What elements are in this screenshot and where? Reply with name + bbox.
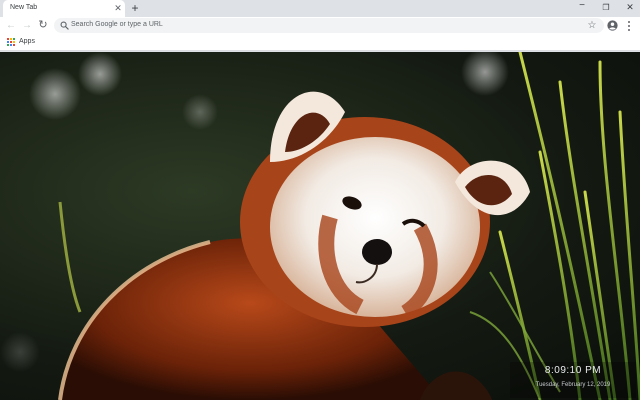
back-button[interactable]: ←	[4, 17, 18, 34]
tab-close-icon[interactable]: ✕	[113, 2, 123, 14]
forward-button[interactable]: →	[20, 17, 34, 34]
omnibox[interactable]: Search Google or type a URL ☆	[54, 18, 604, 33]
profile-avatar-icon[interactable]	[607, 20, 618, 31]
clock-widget: 8:09:10 PM Tuesday, February 12, 2019	[510, 362, 636, 398]
apps-grid-dot	[13, 44, 15, 46]
apps-grid-dot	[7, 38, 9, 40]
search-icon	[60, 21, 69, 30]
toolbar: ← → ↻ Search Google or type a URL ☆	[0, 17, 640, 34]
bookmark-star-icon[interactable]: ☆	[585, 18, 599, 33]
restore-button[interactable]: ❐	[594, 0, 618, 15]
apps-grid-dot	[7, 41, 9, 43]
tab-new-tab[interactable]: New Tab ✕	[3, 0, 125, 17]
reload-button[interactable]: ↻	[36, 17, 50, 34]
tab-title: New Tab	[10, 4, 38, 11]
clock-date: Tuesday, February 12, 2019	[535, 382, 611, 388]
apps-grid-dot	[13, 41, 15, 43]
apps-grid-dot	[10, 38, 12, 40]
apps-grid-dot	[10, 44, 12, 46]
bookmarks-bar: Apps	[0, 34, 640, 51]
clock-time: 8:09:10 PM	[544, 365, 602, 376]
apps-grid-dot	[10, 41, 12, 43]
new-tab-button[interactable]: +	[128, 1, 142, 15]
new-tab-page: 8:09:10 PM Tuesday, February 12, 2019	[0, 52, 640, 400]
apps-grid-dot	[7, 44, 9, 46]
menu-kebab-icon[interactable]	[624, 17, 634, 34]
omnibox-placeholder: Search Google or type a URL	[71, 21, 163, 28]
close-window-button[interactable]: ✕	[618, 0, 640, 15]
apps-grid-icon[interactable]	[7, 38, 15, 46]
tab-strip: New Tab ✕ + − ❐ ✕	[0, 0, 640, 17]
minimize-button[interactable]: −	[570, 0, 594, 15]
apps-grid-dot	[13, 38, 15, 40]
apps-bookmark-label[interactable]: Apps	[19, 38, 35, 45]
red-panda-wallpaper	[0, 52, 640, 400]
